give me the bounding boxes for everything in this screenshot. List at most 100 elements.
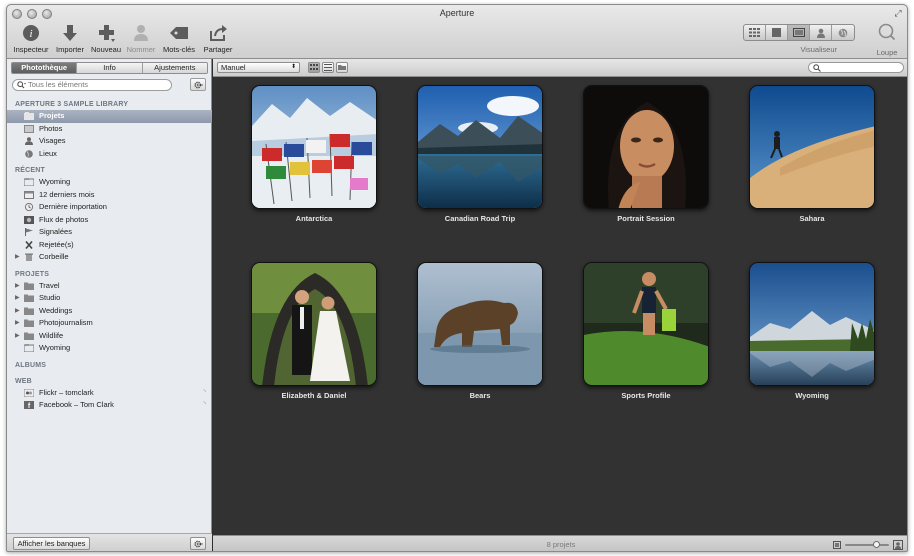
- loupe-button[interactable]: Loupe: [875, 23, 899, 57]
- title-toolbar: Aperture ⤢ i Inspecteur Importer Nouveau…: [7, 5, 907, 59]
- projects-icon: [24, 112, 34, 120]
- share-label: Partager: [203, 45, 233, 54]
- portrait-photo: [584, 86, 708, 208]
- project-name: Portrait Session: [617, 214, 675, 223]
- disclosure-triangle-icon[interactable]: ▶: [15, 305, 20, 318]
- sidebar-item-photojournalism[interactable]: ▶ Photojournalism: [7, 317, 212, 330]
- project-name: Canadian Road Trip: [444, 214, 516, 223]
- project-tile[interactable]: Antarctica: [250, 85, 378, 223]
- project-tile[interactable]: Bears: [416, 262, 544, 400]
- sidebar-item-travel[interactable]: ▶ Travel: [7, 280, 212, 293]
- disclosure-triangle-icon[interactable]: ▶: [15, 280, 20, 293]
- sidebar-item-projects[interactable]: Projets: [7, 110, 212, 123]
- albums-section-title: ALBUMS: [15, 361, 47, 369]
- viewer-grid-button[interactable]: [744, 25, 766, 40]
- calendar-icon: [24, 190, 34, 199]
- project-tile[interactable]: Sahara: [748, 85, 876, 223]
- viewer-mode-control: [743, 24, 855, 41]
- keywords-label: Mots-clés: [162, 45, 196, 54]
- project-thumbnail: [583, 262, 709, 386]
- project-name: Sports Profile: [621, 391, 671, 400]
- project-name: Sahara: [799, 214, 825, 223]
- browser-search-input[interactable]: [808, 62, 904, 73]
- project-tile[interactable]: Canadian Road Trip: [416, 85, 544, 223]
- vault-action-menu[interactable]: [190, 537, 206, 550]
- sidebar-item-photo-stream[interactable]: Flux de photos: [7, 214, 212, 227]
- clock-icon: [24, 203, 34, 211]
- tab-library[interactable]: Photothèque: [12, 63, 78, 73]
- slider-knob[interactable]: [873, 541, 881, 548]
- globe-icon: [838, 28, 848, 37]
- list-view-button[interactable]: [322, 62, 334, 73]
- library-search-input[interactable]: Tous les éléments: [12, 79, 172, 91]
- viewer-single-button[interactable]: [788, 25, 810, 40]
- select-arrows-icon: ⬍: [290, 64, 296, 70]
- show-vaults-button[interactable]: Afficher les banques: [13, 537, 90, 550]
- sidebar-item-weddings[interactable]: ▶ Weddings: [7, 305, 212, 318]
- thumbnail-size-slider[interactable]: [833, 540, 903, 550]
- sidebar-footer: Afficher les banques: [7, 533, 212, 551]
- library-outline: APERTURE 3 SAMPLE LIBRARY Projets Photos…: [7, 99, 212, 412]
- sidebar-item-project-wyoming[interactable]: Wyoming: [7, 342, 212, 355]
- disclosure-triangle-icon[interactable]: ▶: [15, 330, 20, 343]
- viewer-faces-button[interactable]: [810, 25, 832, 40]
- project-tile[interactable]: Wyoming: [748, 262, 876, 400]
- project-tile[interactable]: Elizabeth & Daniel: [250, 262, 378, 400]
- import-label: Importer: [56, 45, 84, 54]
- search-icon: [17, 81, 26, 89]
- sidebar-item-last-import[interactable]: Dernière importation: [7, 201, 212, 214]
- folder-view-button[interactable]: [336, 62, 348, 73]
- project-tile[interactable]: Portrait Session: [582, 85, 710, 223]
- name-faces-label: Nommer: [126, 45, 156, 54]
- project-thumbnail: [417, 262, 543, 386]
- library-search-placeholder: Tous les éléments: [28, 80, 89, 89]
- sidebar-item-wildlife[interactable]: ▶ Wildlife: [7, 330, 212, 343]
- share-button[interactable]: Partager: [201, 23, 235, 57]
- loupe-label: Loupe: [876, 48, 898, 57]
- sidebar-item-studio[interactable]: ▶ Studio: [7, 292, 212, 305]
- grid-view-button[interactable]: [308, 62, 320, 73]
- viewer-filmstrip-button[interactable]: [766, 25, 788, 40]
- sidebar-item-photos[interactable]: Photos: [7, 123, 212, 136]
- trash-icon: [25, 253, 33, 261]
- web-section-title: WEB: [15, 377, 32, 385]
- tab-info[interactable]: Info: [77, 63, 143, 73]
- sidebar-item-recent-wyoming[interactable]: Wyoming: [7, 176, 212, 189]
- canadian-lake-photo: [418, 86, 542, 208]
- sidebar-item-flickr[interactable]: Flickr – tomclark ◝: [7, 387, 212, 400]
- project-thumbnail: [251, 85, 377, 209]
- publish-status-icon: ◝: [203, 388, 206, 396]
- sidebar-item-facebook[interactable]: f Facebook – Tom Clark ◝: [7, 399, 212, 412]
- name-faces-button[interactable]: Nommer: [125, 23, 157, 57]
- folder-icon: [24, 294, 34, 302]
- sports-photo: [584, 263, 708, 385]
- disclosure-triangle-icon[interactable]: ▶: [15, 317, 20, 330]
- viewer-icon: [792, 28, 805, 37]
- tab-adjustments[interactable]: Ajustements: [142, 63, 207, 73]
- library-action-menu[interactable]: [190, 78, 206, 91]
- sidebar-item-rejected[interactable]: Rejetée(s): [7, 239, 212, 252]
- inspector-button[interactable]: i Inspecteur: [11, 23, 51, 57]
- project-icon: [24, 178, 34, 186]
- viewer-places-button[interactable]: [832, 25, 854, 40]
- sidebar-item-places[interactable]: Lieux: [7, 148, 212, 161]
- new-button[interactable]: Nouveau: [90, 23, 122, 57]
- sidebar-item-trash[interactable]: ▶ Corbeille: [7, 251, 212, 264]
- fullscreen-icon[interactable]: ⤢: [893, 8, 903, 18]
- sidebar-item-last-12-months[interactable]: 12 derniers mois: [7, 189, 212, 202]
- disclosure-triangle-icon[interactable]: ▶: [15, 292, 20, 305]
- disclosure-triangle-icon[interactable]: ▶: [15, 251, 20, 264]
- publish-status-icon: ◝: [203, 401, 206, 408]
- gear-icon: [193, 81, 203, 88]
- import-button[interactable]: Importer: [53, 23, 87, 57]
- sort-select[interactable]: Manuel ⬍: [217, 62, 300, 73]
- sahara-photo: [750, 86, 874, 208]
- sidebar-item-flagged[interactable]: Signalées: [7, 226, 212, 239]
- list-icon: [324, 64, 332, 71]
- project-tile[interactable]: Sports Profile: [582, 262, 710, 400]
- sidebar-item-faces[interactable]: Visages: [7, 135, 212, 148]
- sort-value: Manuel: [221, 63, 246, 72]
- new-label: Nouveau: [90, 45, 122, 54]
- open-folder-icon: [337, 65, 346, 70]
- keywords-button[interactable]: Mots-clés: [160, 23, 198, 57]
